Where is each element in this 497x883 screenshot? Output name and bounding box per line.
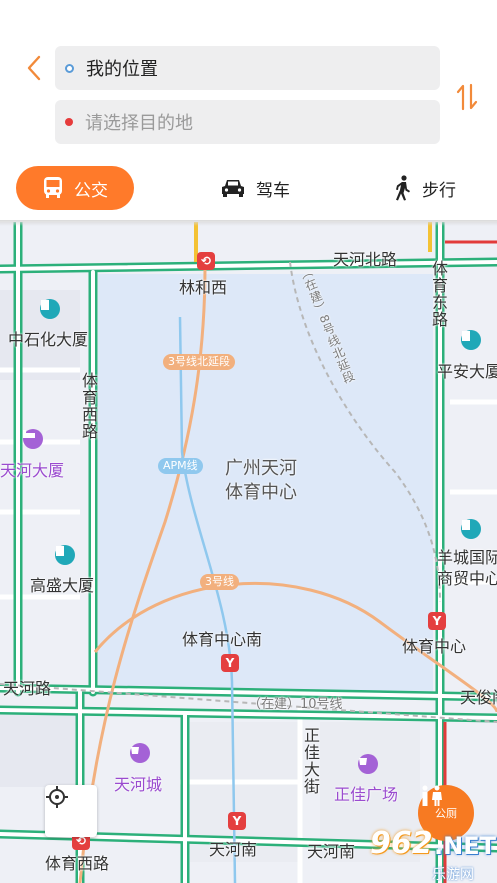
- road-zhengjia: 正佳大街: [301, 727, 320, 795]
- route-header: 我的位置 请选择目的地 公交 驾车 步行: [0, 0, 497, 222]
- road-tiyu-xi-bottom: 体育西路: [45, 854, 110, 873]
- travel-mode-tabs: 公交 驾车 步行: [0, 160, 497, 216]
- poi-pingan: 平安大厦: [437, 362, 497, 381]
- watermark-suffix: .NET: [434, 832, 496, 860]
- metro-station-icon[interactable]: Y: [221, 654, 239, 672]
- metro-station-icon[interactable]: Y: [228, 812, 246, 830]
- poi-tianhe-building: 天河大厦: [0, 461, 65, 480]
- building-poi-icon[interactable]: [55, 545, 75, 565]
- poi-zhengjia-plaza: 正佳广场: [334, 785, 399, 804]
- poi-tianjun: 天俊阁: [460, 688, 497, 707]
- road-tianhe-bei: 天河北路: [333, 250, 398, 269]
- bus-icon: [42, 176, 64, 200]
- walking-icon: [394, 175, 412, 201]
- destination-field[interactable]: 请选择目的地: [55, 100, 440, 144]
- back-button[interactable]: [20, 52, 48, 84]
- shopping-poi-icon[interactable]: [358, 754, 378, 774]
- destination-placeholder: 请选择目的地: [85, 113, 193, 134]
- toilet-label: 公厕: [435, 807, 457, 820]
- line3-label: 3号线: [200, 574, 239, 590]
- watermark-subtitle: 乐游网: [432, 867, 474, 883]
- road-tiyu-dong: 体育东路: [429, 260, 448, 328]
- poi-sinopec: 中石化大厦: [8, 330, 89, 349]
- watermark-number: 962: [370, 826, 433, 861]
- chevron-left-icon: [27, 55, 41, 81]
- road-tianhe-nan: 天河南: [307, 842, 356, 861]
- station-tianhe-nan: 天河南: [209, 840, 258, 859]
- poi-tianhe-city: 天河城: [114, 775, 163, 794]
- building-poi-icon[interactable]: [461, 519, 481, 539]
- poi-yangcheng-line2: 商贸中心: [437, 569, 497, 588]
- tab-drive[interactable]: 驾车: [205, 166, 305, 210]
- road-tiyu-xi: 体育西路: [79, 372, 98, 440]
- tab-bus-label: 公交: [74, 180, 108, 201]
- building-poi-icon[interactable]: [461, 330, 481, 350]
- car-icon: [220, 178, 246, 198]
- map-block: [0, 707, 75, 787]
- hotel-poi-icon[interactable]: [23, 429, 43, 449]
- metro-station-icon[interactable]: Y: [428, 612, 446, 630]
- site-watermark: 962 .NET 乐游网: [362, 824, 497, 883]
- swap-arrows-icon: [456, 83, 478, 111]
- shopping-poi-icon[interactable]: [130, 743, 150, 763]
- station-linhexi: 林和西: [179, 278, 228, 297]
- road-tianhe-lu: 天河路: [3, 679, 52, 698]
- destination-dot-icon: [65, 118, 73, 126]
- origin-value: 我的位置: [86, 59, 158, 80]
- line10-label: （在建）10号线: [248, 697, 343, 712]
- tab-walk-label: 步行: [422, 180, 456, 201]
- apm-line-label: APM线: [158, 458, 203, 474]
- tab-drive-label: 驾车: [256, 180, 290, 201]
- metro-station-icon[interactable]: ⟲: [197, 252, 215, 270]
- tab-bus[interactable]: 公交: [16, 166, 134, 210]
- locate-me-button[interactable]: [45, 785, 97, 837]
- venue-name-line2: 体育中心: [225, 482, 297, 503]
- map-view[interactable]: ⟲ Y Y Y ⟲ 3号线北延段 APM线 3号线 （在建）8号线北延段 （在建…: [0, 222, 497, 883]
- toilet-icon: [422, 785, 442, 806]
- header-shadow: [0, 220, 497, 226]
- line3-north-label: 3号线北延段: [163, 354, 235, 370]
- tab-walk[interactable]: 步行: [380, 166, 470, 210]
- venue-name-line1: 广州天河: [225, 458, 297, 479]
- origin-field[interactable]: 我的位置: [55, 46, 440, 90]
- swap-button[interactable]: [452, 80, 482, 114]
- station-tiyu-zhongxin: 体育中心: [402, 637, 467, 656]
- crosshair-icon: [46, 786, 68, 808]
- poi-gaosheng: 高盛大厦: [30, 576, 95, 595]
- building-poi-icon[interactable]: [40, 299, 60, 319]
- origin-dot-icon: [65, 63, 74, 73]
- station-tiyu-zhongxin-nan: 体育中心南: [182, 630, 263, 649]
